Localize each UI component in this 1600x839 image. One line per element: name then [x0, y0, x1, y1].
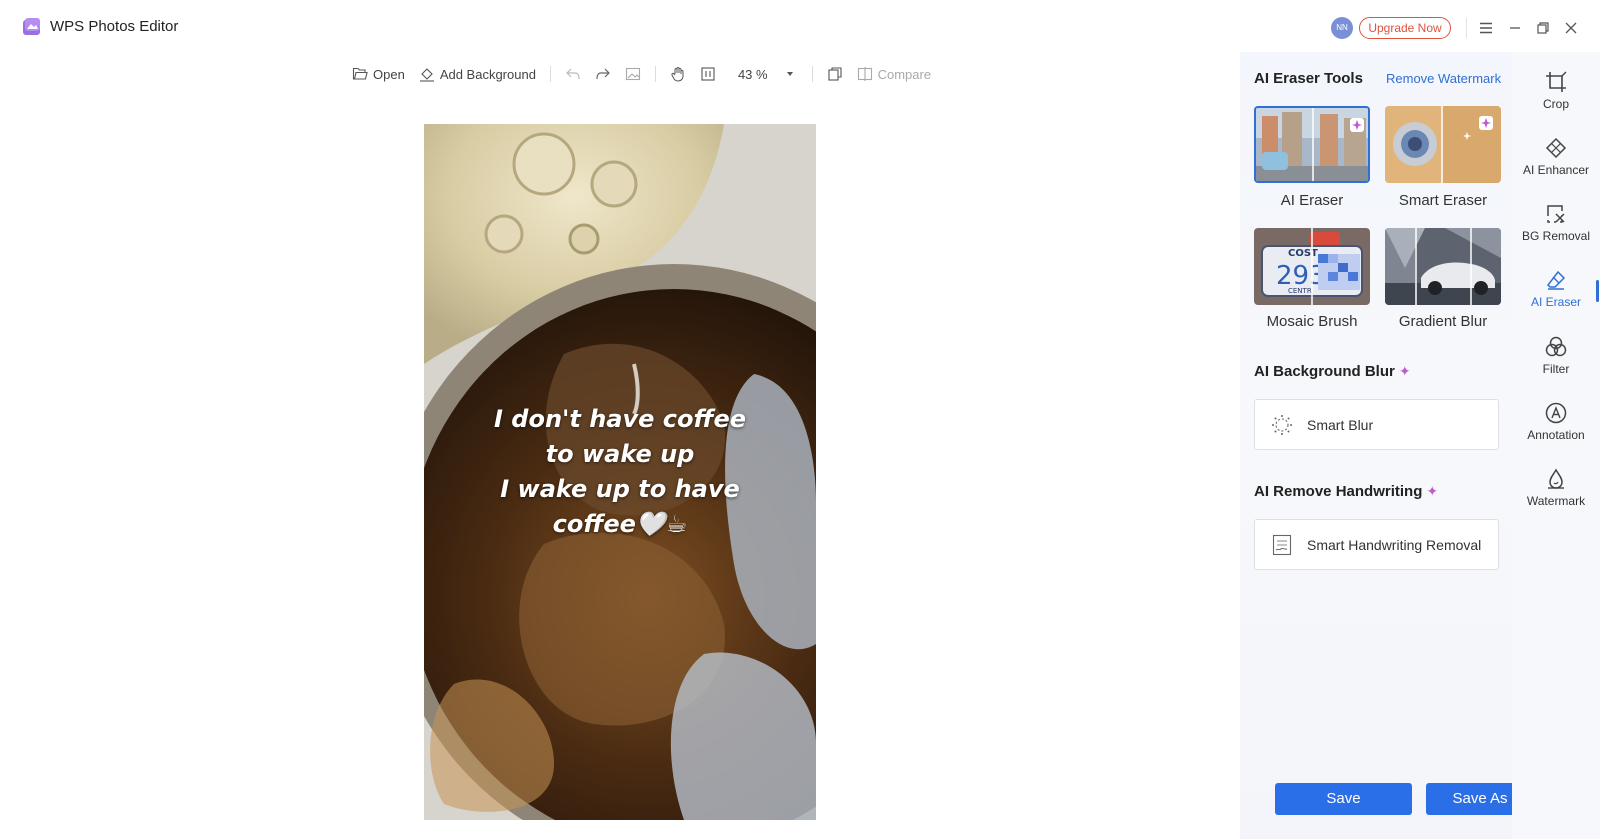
rail-item-label: AI Enhancer [1522, 163, 1590, 177]
upgrade-now-button[interactable]: Upgrade Now [1359, 17, 1451, 39]
close-icon[interactable] [1559, 16, 1583, 40]
smart-eraser-label: Smart Eraser [1398, 192, 1488, 209]
compare-label: Compare [877, 66, 932, 82]
smart-eraser-card[interactable] [1385, 106, 1501, 183]
app-title: WPS Photos Editor [50, 18, 179, 35]
copy-icon [827, 66, 843, 82]
zoom-value: 43 % [737, 66, 768, 82]
gradient-blur-label: Gradient Blur [1398, 313, 1488, 330]
menu-icon[interactable] [1474, 16, 1498, 40]
toolbar-separator [549, 66, 551, 82]
duplicate-button[interactable] [827, 66, 843, 82]
add-background-label: Add Background [439, 66, 536, 82]
fit-button[interactable] [700, 66, 716, 82]
undo-button[interactable] [565, 66, 581, 82]
minimize-icon[interactable] [1503, 16, 1527, 40]
remove-handwriting-title: AI Remove Handwriting ✦ [1254, 483, 1438, 500]
undo-icon [565, 66, 581, 82]
sparkle-icon: ✦ [1398, 363, 1411, 379]
rail-item-ai-eraser[interactable]: AI Eraser [1512, 269, 1600, 309]
avatar[interactable]: NN [1331, 17, 1353, 39]
mosaic-thumb-top-text: COST [1288, 248, 1318, 259]
sparkle-icon: ✦ [1426, 483, 1439, 499]
mosaic-brush-thumbnail: COST 293 CENTR [1254, 228, 1370, 305]
rail-item-label: Filter [1542, 362, 1570, 376]
folder-icon [352, 66, 368, 82]
ai-eraser-label: AI Eraser [1280, 192, 1344, 209]
pan-button[interactable] [670, 66, 686, 82]
rail-item-label: Annotation [1527, 428, 1585, 442]
zoom-select[interactable]: 43 % [738, 66, 798, 82]
save-button[interactable]: Save [1275, 783, 1412, 815]
gradient-blur-card[interactable] [1385, 228, 1501, 305]
annotation-icon [1545, 402, 1567, 424]
active-indicator [1596, 280, 1599, 302]
handwriting-removal-label: Smart Handwriting Removal [1307, 536, 1482, 553]
eraser-icon [1545, 269, 1567, 291]
crop-icon [1545, 71, 1567, 93]
smart-blur-label: Smart Blur [1307, 416, 1374, 433]
rail-item-filter[interactable]: Filter [1512, 336, 1600, 376]
fit-screen-icon [700, 66, 716, 82]
eraser-tools-title: AI Eraser Tools [1254, 70, 1363, 87]
compare-button[interactable]: Compare [857, 66, 931, 82]
background-blur-title: AI Background Blur ✦ [1254, 363, 1411, 380]
rail-item-label: Watermark [1526, 494, 1586, 508]
watermark-icon [1545, 468, 1567, 490]
canvas-toolbar: Open Add Background 43 % Compare [352, 62, 945, 86]
toolbar-separator [654, 66, 656, 82]
restore-icon[interactable] [1531, 16, 1555, 40]
mosaic-thumb-bottom-text: CENTR [1288, 287, 1312, 295]
canvas-photo[interactable]: I don't have coffee to wake up I wake up… [424, 124, 816, 820]
ai-eraser-thumbnail [1256, 108, 1368, 181]
enhancer-icon [1545, 137, 1567, 159]
remove-handwriting-title-text: AI Remove Handwriting [1254, 483, 1423, 500]
handwriting-doc-icon [1271, 534, 1293, 556]
image-icon [625, 66, 641, 82]
compare-icon [857, 66, 873, 82]
photo-caption: I don't have coffee to wake up I wake up… [493, 405, 747, 538]
remove-watermark-link[interactable]: Remove Watermark [1386, 71, 1501, 86]
ai-eraser-card[interactable] [1254, 106, 1370, 183]
gradient-blur-thumbnail [1385, 228, 1501, 305]
filter-icon [1545, 336, 1567, 358]
rail-item-watermark[interactable]: Watermark [1512, 468, 1600, 508]
chevron-down-icon [782, 66, 798, 82]
rail-item-crop[interactable]: Crop [1512, 71, 1600, 111]
app-logo-icon [22, 17, 42, 37]
rail-item-annotation[interactable]: Annotation [1512, 402, 1600, 442]
open-label: Open [373, 66, 405, 82]
title-bar: WPS Photos Editor NN Upgrade Now [0, 0, 1600, 52]
rail-item-label: Crop [1542, 97, 1569, 111]
rail-item-ai-enhancer[interactable]: AI Enhancer [1512, 137, 1600, 177]
blur-icon [1271, 414, 1293, 436]
image-button[interactable] [625, 66, 641, 82]
title-separator [1466, 18, 1467, 38]
bg-removal-icon [1545, 203, 1567, 225]
rail-item-label: AI Eraser [1530, 295, 1581, 309]
rail-item-label: BG Removal [1521, 229, 1591, 243]
mosaic-brush-label: Mosaic Brush [1266, 313, 1358, 330]
redo-button[interactable] [595, 66, 611, 82]
smart-eraser-thumbnail [1385, 106, 1501, 183]
background-blur-title-text: AI Background Blur [1254, 363, 1395, 380]
paint-bucket-icon [419, 66, 435, 82]
toolbar-separator [811, 66, 813, 82]
mosaic-brush-card[interactable]: COST 293 CENTR [1254, 228, 1370, 305]
rail-item-bg-removal[interactable]: BG Removal [1512, 203, 1600, 243]
add-background-button[interactable]: Add Background [419, 66, 536, 82]
open-button[interactable]: Open [352, 66, 405, 82]
smart-blur-button[interactable]: Smart Blur [1254, 399, 1499, 450]
hand-icon [670, 66, 686, 82]
handwriting-removal-button[interactable]: Smart Handwriting Removal [1254, 519, 1499, 570]
redo-icon [595, 66, 611, 82]
